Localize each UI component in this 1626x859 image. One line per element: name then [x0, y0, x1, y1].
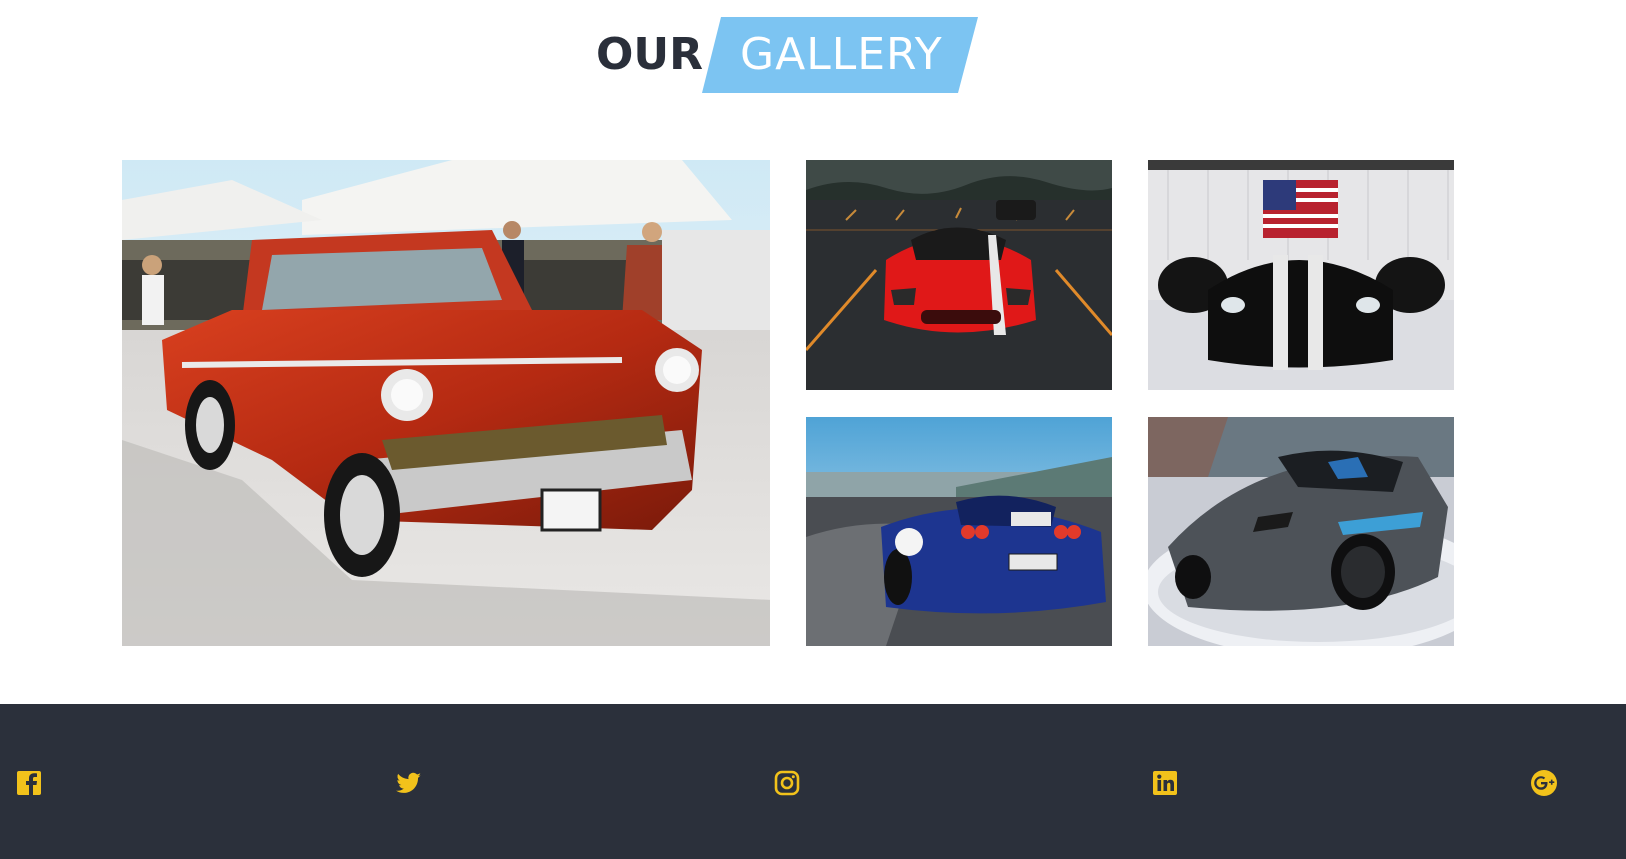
google-plus-link[interactable]	[1529, 768, 1559, 798]
gallery-image-black-viper-hangar[interactable]	[1148, 160, 1454, 390]
gallery-image-classic-red-chevrolet[interactable]	[122, 160, 770, 646]
heading-our: OUR	[596, 29, 704, 80]
gallery-image-gray-corvette-showroom[interactable]	[1148, 417, 1454, 646]
facebook-icon	[17, 771, 41, 795]
twitter-icon	[396, 772, 421, 793]
gallery-image-blue-ferrari-track[interactable]	[806, 417, 1112, 646]
facebook-link[interactable]	[14, 768, 44, 798]
gallery-image-red-viper-parking-lot[interactable]	[806, 160, 1112, 390]
heading-gallery: GALLERY	[740, 29, 943, 80]
footer	[0, 704, 1626, 859]
instagram-icon	[774, 770, 800, 796]
gallery-heading: OUR GALLERY	[0, 16, 1626, 94]
instagram-link[interactable]	[772, 768, 802, 798]
linkedin-link[interactable]	[1150, 768, 1180, 798]
google-plus-icon	[1531, 770, 1557, 796]
twitter-link[interactable]	[393, 768, 423, 798]
linkedin-icon	[1153, 771, 1177, 795]
